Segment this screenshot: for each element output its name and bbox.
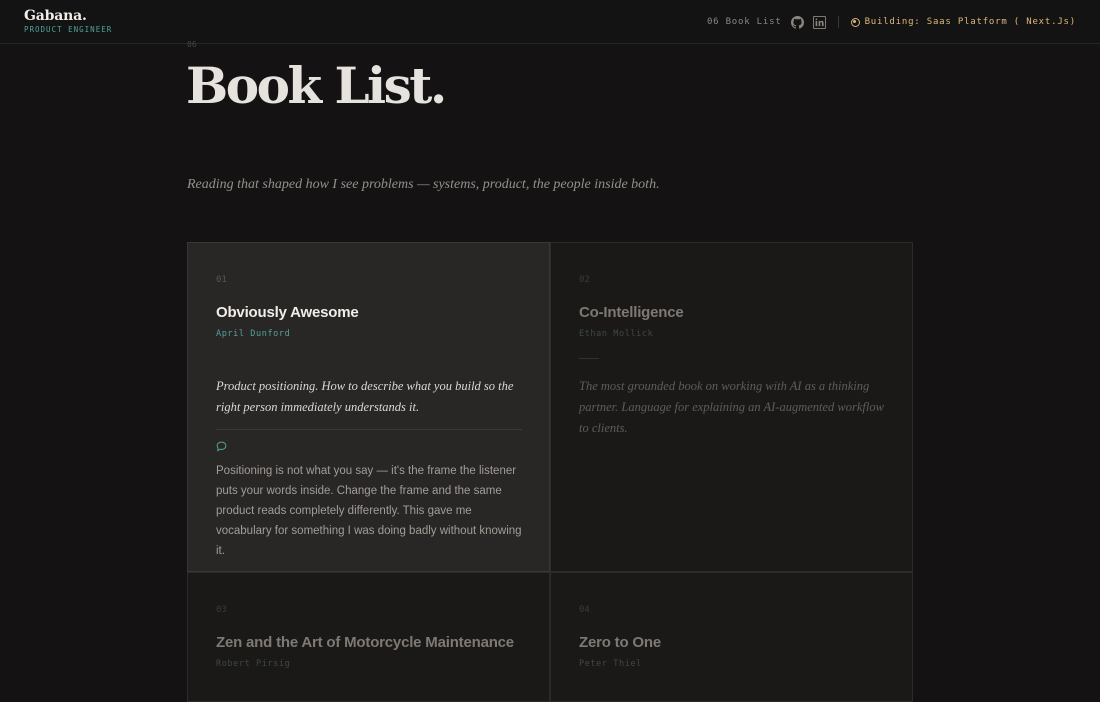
book-author: April Dunford [216, 329, 291, 339]
divider [216, 429, 522, 430]
page-index: 06 [187, 40, 197, 49]
brand-role: PRODUCT ENGINEER [24, 25, 113, 34]
book-card[interactable]: 03 Zen and the Art of Motorcycle Mainten… [187, 572, 550, 702]
book-grid: 01 Obviously Awesome April Dunford Produ… [187, 242, 913, 702]
book-author: Peter Thiel [579, 659, 642, 669]
brand-name: Gabana. [24, 8, 87, 24]
status-badge: Building: Saas Platform ( Next.Js) [850, 17, 1076, 27]
top-nav-bar: Gabana. PRODUCT ENGINEER 06 Book List Bu… [0, 0, 1100, 44]
book-card[interactable]: 02 Co-Intelligence Ethan Mollick The mos… [550, 242, 913, 572]
book-author: Robert Pirsig [216, 659, 291, 669]
status-text: Building: Saas Platform ( Next.Js) [864, 17, 1076, 27]
book-blurb: The most grounded book on working with A… [579, 379, 884, 435]
book-blurb: Product positioning. How to describe wha… [216, 379, 514, 414]
nav-right-group: 06 Book List Building: Saas Platform ( N… [707, 0, 1076, 44]
breadcrumb[interactable]: 06 Book List [707, 17, 782, 27]
linkedin-icon[interactable] [812, 15, 826, 29]
status-dot-icon [850, 17, 860, 27]
book-card[interactable]: 04 Zero to One Peter Thiel [550, 572, 913, 702]
divider [579, 358, 599, 359]
page-title: Book List. [186, 56, 447, 115]
comment-icon [216, 441, 227, 452]
book-number: 03 [216, 605, 227, 615]
book-number: 01 [216, 275, 227, 285]
book-number: 04 [579, 605, 590, 615]
book-title: Obviously Awesome [216, 304, 359, 321]
nav-divider [837, 16, 839, 28]
book-title: Zen and the Art of Motorcycle Maintenanc… [216, 634, 514, 651]
book-number: 02 [579, 275, 590, 285]
book-title: Zero to One [579, 634, 661, 651]
github-icon[interactable] [790, 15, 804, 29]
book-card[interactable]: 01 Obviously Awesome April Dunford Produ… [187, 242, 550, 572]
book-note: Positioning is not what you say — it's t… [216, 465, 522, 557]
page-subtitle: Reading that shaped how I see problems —… [187, 177, 660, 192]
book-title: Co-Intelligence [579, 304, 684, 321]
brand-logo[interactable]: Gabana. PRODUCT ENGINEER [24, 8, 112, 35]
book-author: Ethan Mollick [579, 329, 654, 339]
